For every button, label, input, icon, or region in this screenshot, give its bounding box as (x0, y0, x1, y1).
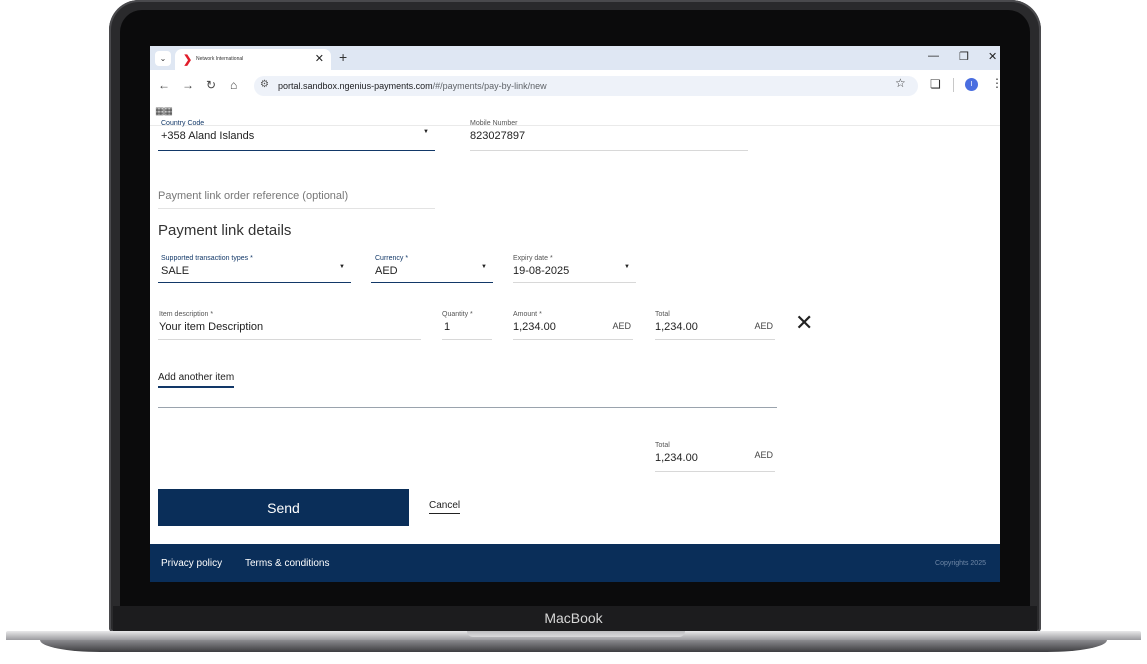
country-code-caret-icon: ▼ (423, 129, 429, 135)
toolbar-divider (953, 78, 954, 92)
transaction-types-select[interactable]: Supported transaction types * SALE ▼ (158, 255, 351, 283)
browser-window: ⌄ ❯ Network International ✕ + — ❐ ✕ ← → … (150, 46, 1000, 582)
item-description-field[interactable]: Item description * Your item Description (158, 311, 421, 340)
expiry-date-value: 19-08-2025 (513, 265, 570, 277)
new-tab-plus-icon[interactable]: + (339, 49, 347, 65)
mobile-number-underline (470, 150, 748, 151)
profile-avatar[interactable]: I (965, 78, 978, 91)
country-code-value: +358 Aland Islands (161, 130, 255, 142)
mobile-number-field[interactable]: Mobile Number 823027897 (470, 120, 748, 151)
country-code-select[interactable]: Country Code +358 Aland Islands ▼ (158, 120, 435, 151)
privacy-policy-link[interactable]: Privacy policy (161, 558, 222, 569)
forward-arrow-icon[interactable]: → (182, 78, 194, 92)
country-code-underline (158, 150, 435, 151)
grand-total-field: Total 1,234.00 AED (655, 442, 775, 472)
back-arrow-icon[interactable]: ← (158, 78, 170, 92)
expiry-date-caret-icon: ▼ (624, 264, 630, 270)
item-total-currency: AED (754, 321, 773, 331)
apps-grid-icon[interactable]: ▦▦ (155, 106, 173, 117)
grand-total-value: 1,234.00 (655, 452, 698, 464)
laptop-base-bottom (40, 640, 1107, 652)
expiry-date-label: Expiry date * (513, 255, 553, 262)
tab-search-chevron-icon[interactable]: ⌄ (155, 51, 171, 66)
order-reference-input[interactable]: Payment link order reference (optional) (158, 190, 348, 202)
order-reference-underline (158, 208, 435, 209)
extensions-puzzle-icon[interactable]: ❏ (930, 77, 941, 91)
copyright-text: Copyrights 2025 (935, 560, 986, 567)
grand-total-label: Total (655, 442, 670, 449)
address-bar[interactable]: ⚙ portal.sandbox.ngenius-payments.com/#/… (254, 76, 918, 96)
item-description-value: Your item Description (159, 321, 264, 333)
site-info-icon[interactable]: ⚙ (260, 79, 269, 90)
tab-close-icon[interactable]: ✕ (315, 52, 324, 65)
quantity-label: Quantity * (442, 311, 473, 318)
amount-value: 1,234.00 (513, 321, 556, 333)
currency-select[interactable]: Currency * AED ▼ (371, 255, 493, 283)
transaction-types-value: SALE (161, 265, 190, 277)
expiry-date-select[interactable]: Expiry date * 19-08-2025 ▼ (513, 255, 636, 283)
currency-caret-icon: ▼ (481, 264, 487, 270)
amount-currency: AED (612, 321, 631, 331)
item-total-field: Total 1,234.00 AED (655, 311, 775, 340)
tab-bar: ⌄ ❯ Network International ✕ + — ❐ ✕ (150, 46, 1000, 70)
quantity-field[interactable]: Quantity * 1 (442, 311, 492, 340)
window-close-icon[interactable]: ✕ (988, 50, 997, 63)
transaction-types-caret-icon: ▼ (339, 264, 345, 270)
restore-icon[interactable]: ❐ (959, 50, 969, 63)
terms-conditions-link[interactable]: Terms & conditions (245, 558, 329, 569)
item-total-label: Total (655, 311, 670, 318)
network-international-favicon-icon: ❯ (183, 54, 193, 66)
laptop-opening-notch (467, 631, 685, 637)
laptop-mockup: MacBook ⌄ ❯ Network International ✕ + — … (0, 0, 1147, 664)
quantity-underline (442, 339, 492, 340)
minimize-icon[interactable]: — (928, 50, 939, 62)
bookmark-star-icon[interactable]: ☆ (895, 76, 906, 90)
item-description-label: Item description * (159, 311, 214, 318)
currency-label: Currency * (375, 255, 409, 262)
mobile-number-label: Mobile Number (470, 120, 518, 127)
quantity-value: 1 (444, 321, 451, 333)
currency-value: AED (375, 265, 398, 277)
tab-title: Network International (196, 56, 244, 62)
browser-toolbar: ← → ↻ ⌂ ⚙ portal.sandbox.ngenius-payment… (150, 70, 1000, 100)
add-another-item-link[interactable]: Add another item (158, 372, 235, 388)
amount-field[interactable]: Amount * 1,234.00 AED (513, 311, 633, 340)
country-code-label: Country Code (161, 120, 205, 127)
send-button[interactable]: Send (158, 489, 409, 526)
device-brand: MacBook (544, 610, 603, 626)
item-total-underline (655, 339, 775, 340)
amount-label: Amount * (513, 311, 542, 318)
reload-icon[interactable]: ↻ (206, 78, 216, 92)
home-icon[interactable]: ⌂ (230, 78, 237, 92)
item-total-value: 1,234.00 (655, 321, 698, 333)
grand-total-currency: AED (754, 450, 773, 460)
cancel-link[interactable]: Cancel (429, 500, 461, 514)
transaction-types-label: Supported transaction types * (161, 255, 253, 262)
expiry-date-underline (513, 282, 636, 283)
page-footer: Privacy policy Terms & conditions Copyri… (150, 544, 1000, 582)
amount-underline (513, 339, 633, 340)
browser-tab[interactable]: ❯ Network International ✕ (175, 49, 331, 70)
grand-total-underline (655, 471, 775, 472)
currency-underline (371, 282, 493, 283)
transaction-types-underline (158, 282, 351, 283)
url-text: portal.sandbox.ngenius-payments.com/#/pa… (278, 81, 547, 91)
item-description-underline (158, 339, 421, 340)
section-title: Payment link details (158, 222, 292, 239)
mobile-number-value: 823027897 (470, 130, 526, 142)
payment-link-form: Country Code +358 Aland Islands ▼ Mobile… (150, 120, 1000, 582)
remove-item-close-icon[interactable]: ✕ (795, 312, 813, 334)
more-menu-icon[interactable]: ⋮ (991, 76, 1000, 90)
items-divider (158, 407, 777, 408)
